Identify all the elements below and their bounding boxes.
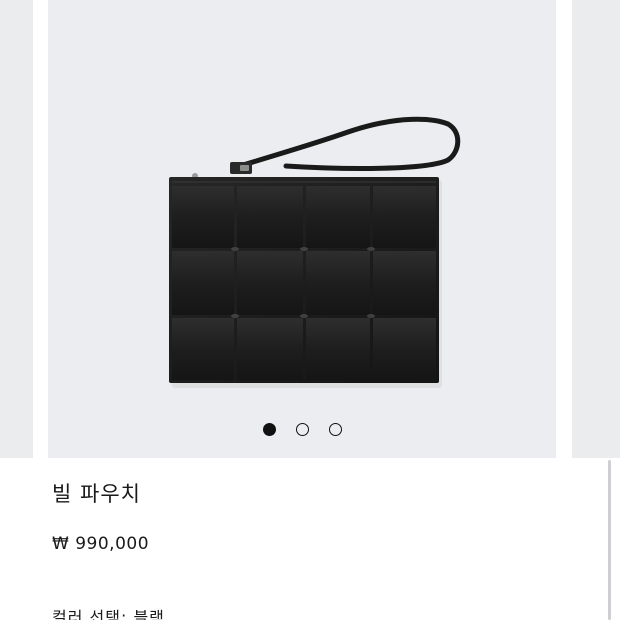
pagination-dot-2[interactable] <box>295 422 309 436</box>
pagination-dot-1[interactable] <box>262 422 276 436</box>
product-title: 빌 파우치 <box>52 482 141 506</box>
previous-slide-peek[interactable] <box>0 0 33 458</box>
product-image <box>169 116 461 388</box>
color-select-label[interactable]: 컬러 선택: 블랙 <box>52 604 165 620</box>
product-price: ₩ 990,000 <box>52 534 150 554</box>
carousel-pagination <box>48 420 556 438</box>
product-image-carousel[interactable] <box>0 0 620 460</box>
scroll-indicator <box>608 460 611 620</box>
pagination-dot-3[interactable] <box>328 422 342 436</box>
product-detail-page: 빌 파우치 ₩ 990,000 컬러 선택: 블랙 <box>0 0 620 620</box>
next-slide-peek[interactable] <box>572 0 620 458</box>
current-slide[interactable] <box>48 0 556 458</box>
